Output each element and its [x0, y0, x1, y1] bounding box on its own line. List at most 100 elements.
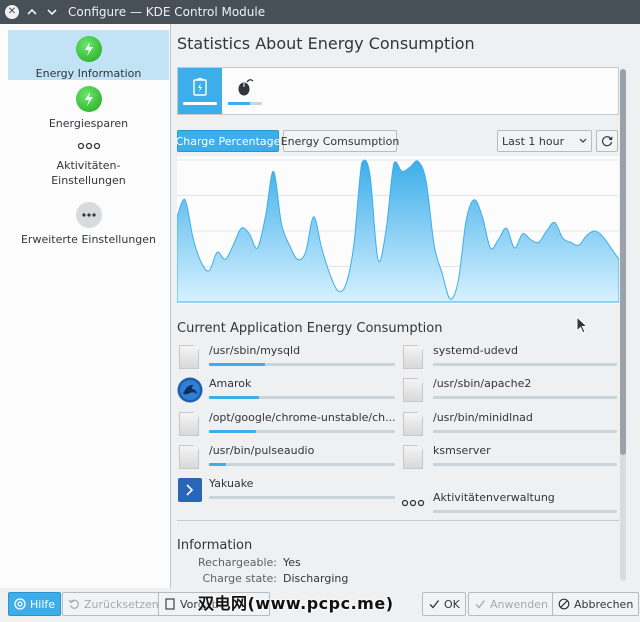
app-energy-bar: [433, 396, 617, 399]
info-key: Charge state:: [202, 572, 277, 585]
chart-series-area: [176, 159, 620, 303]
app-energy-bar: [209, 430, 395, 433]
undo-icon: [68, 599, 79, 609]
energy-consumption-button[interactable]: Energy Comsumption: [281, 130, 399, 152]
app-energy-bar: [209, 396, 395, 399]
app-energy-bar: [209, 463, 395, 466]
close-icon: ✕: [5, 5, 19, 19]
watermark: 双电网(www.pcpc.me): [198, 594, 394, 613]
list-item: Yakuake: [177, 477, 397, 505]
check-icon: [475, 600, 486, 609]
sidebar: Energy Information Energiesparen Aktivit…: [0, 24, 171, 588]
app-energy-fill: [209, 463, 226, 466]
sidebar-item-activities[interactable]: Aktivitäten- Einstellungen: [8, 132, 169, 194]
help-label: Hilfe: [30, 597, 56, 611]
list-item: /usr/bin/minidlnad: [401, 411, 621, 439]
mouse-cursor-icon: [576, 316, 589, 334]
sidebar-item-advanced[interactable]: Erweiterte Einstellungen: [8, 196, 169, 246]
apply-label: Anwenden: [490, 597, 548, 611]
sidebar-item-energy-information[interactable]: Energy Information: [8, 30, 169, 80]
app-name: /usr/bin/minidlnad: [433, 411, 533, 424]
charge-percentage-button[interactable]: Charge Percentage: [176, 130, 280, 152]
sidebar-item-energiesparen[interactable]: Energiesparen: [8, 80, 169, 130]
tab-battery[interactable]: [178, 68, 222, 114]
document-icon: [401, 444, 425, 470]
app-name: ksmserver: [433, 444, 491, 457]
ok-button[interactable]: OK: [422, 592, 466, 616]
list-item: ksmserver: [401, 444, 621, 472]
page-title: Statistics About Energy Consumption: [177, 34, 475, 53]
help-icon: [14, 598, 26, 610]
tab-level-bar: [183, 102, 217, 105]
chevron-down-icon: [47, 9, 57, 16]
app-name: Amarok: [209, 377, 252, 390]
battery-icon: [193, 78, 207, 96]
applications-title: Current Application Energy Consumption: [177, 321, 443, 336]
yakuake-icon: [177, 477, 202, 503]
reset-button[interactable]: Zurücksetzen: [62, 592, 165, 616]
app-name: /usr/sbin/mysqld: [209, 344, 301, 357]
app-energy-bar: [433, 510, 617, 513]
document-icon: [401, 411, 425, 437]
app-energy-bar: [209, 363, 395, 366]
window-menu-button[interactable]: [44, 4, 60, 20]
ok-label: OK: [444, 597, 460, 611]
title-bar: ✕ Configure — KDE Control Module: [0, 0, 640, 24]
list-item: /usr/sbin/mysqld: [177, 344, 397, 372]
close-button[interactable]: ✕: [4, 4, 20, 20]
window-title: Configure — KDE Control Module: [68, 5, 266, 19]
document-icon: [177, 411, 201, 437]
list-item: systemd-udevd: [401, 344, 621, 372]
keep-above-button[interactable]: [24, 4, 40, 20]
tab-level-fill: [228, 102, 251, 105]
energy-icon: [75, 86, 102, 112]
check-icon: [429, 600, 440, 609]
app-name: /usr/bin/pulseaudio: [209, 444, 315, 457]
information-title: Information: [177, 538, 253, 553]
app-energy-fill: [209, 396, 260, 399]
app-name: /usr/sbin/apache2: [433, 377, 532, 390]
time-range-value: Last 1 hour: [502, 134, 565, 148]
chevron-up-icon: [27, 8, 37, 15]
amarok-icon: [177, 377, 203, 403]
info-key: Rechargeable:: [197, 556, 277, 569]
scrollbar[interactable]: [620, 69, 626, 581]
list-item: /opt/google/chrome-unstable/ch...: [177, 411, 397, 439]
document-icon: [401, 344, 425, 370]
reset-label: Zurücksetzen: [84, 597, 159, 611]
more-icon: [75, 202, 102, 228]
app-energy-bar: [209, 496, 395, 499]
help-button[interactable]: Hilfe: [8, 592, 62, 616]
scrollbar-thumb[interactable]: [620, 69, 626, 455]
list-item: /usr/sbin/apache2: [401, 377, 621, 405]
app-energy-bar: [433, 363, 617, 366]
apply-button[interactable]: Anwenden: [468, 592, 554, 616]
cancel-button[interactable]: Abbrechen: [552, 592, 640, 616]
time-range-select[interactable]: Last 1 hour: [497, 130, 592, 152]
app-energy-bar: [433, 430, 617, 433]
list-item: Amarok: [177, 377, 397, 405]
device-tab-bar: [177, 67, 619, 115]
app-name: Aktivitätenverwaltung: [433, 491, 555, 504]
app-energy-bar: [433, 463, 617, 466]
info-value: Yes: [283, 556, 301, 569]
app-name: systemd-udevd: [433, 344, 518, 357]
sidebar-item-label: Aktivitäten- Einstellungen: [51, 159, 126, 187]
energy-chart: [176, 156, 620, 304]
tab-mouse[interactable]: [223, 68, 267, 114]
info-value: Discharging: [283, 572, 349, 585]
list-item: Aktivitätenverwaltung: [401, 491, 621, 519]
list-item: /usr/bin/pulseaudio: [177, 444, 397, 472]
refresh-button[interactable]: [596, 130, 618, 152]
app-name: Yakuake: [209, 477, 254, 490]
activities-icon: [76, 138, 102, 154]
document-icon: [177, 444, 201, 470]
divider: [177, 520, 619, 521]
document-icon: [177, 344, 201, 370]
mouse-icon: [238, 79, 254, 96]
energy-icon: [75, 36, 102, 62]
main-panel: Statistics About Energy Consumption Char…: [171, 24, 640, 588]
app-energy-fill: [209, 430, 256, 433]
document-icon: [165, 598, 175, 610]
chevron-down-icon: [579, 138, 587, 143]
